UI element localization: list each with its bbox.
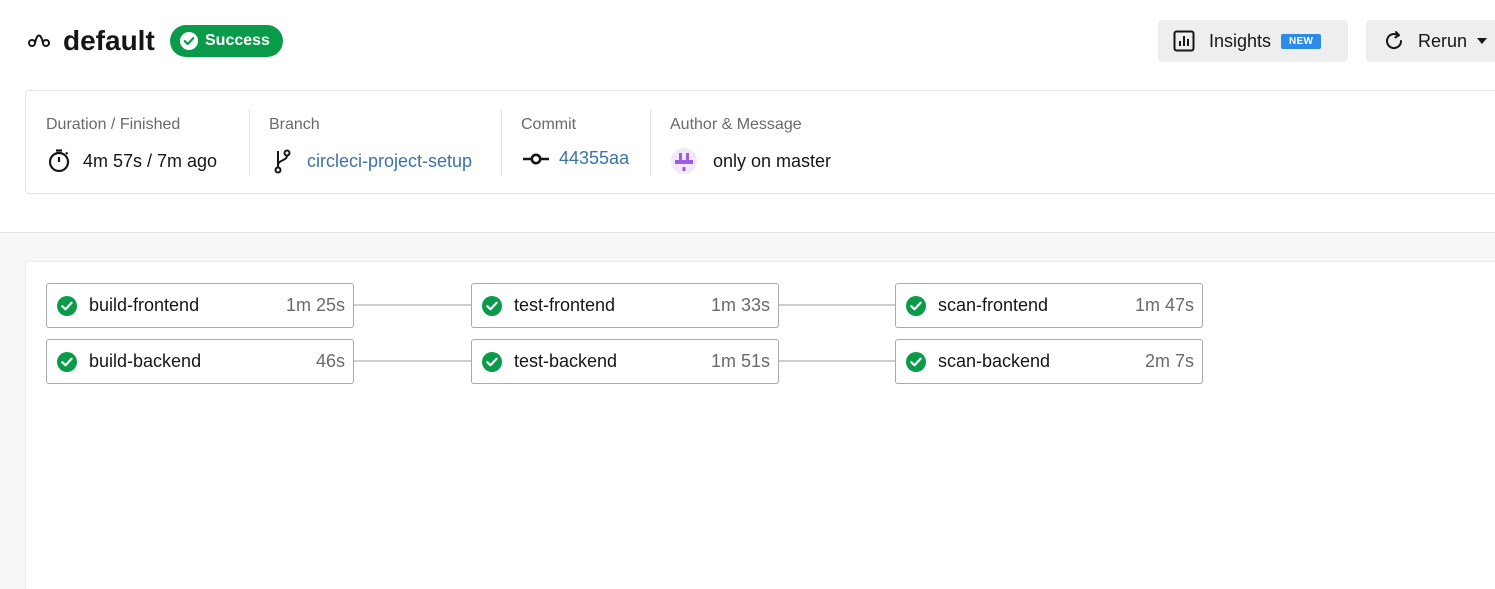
- status-label: Success: [205, 32, 270, 49]
- commit-label: Commit: [521, 116, 577, 133]
- job-test-frontend[interactable]: test-frontend 1m 33s: [471, 283, 779, 328]
- success-check-icon: [57, 295, 77, 316]
- git-commit-icon: [523, 153, 549, 164]
- commit-link[interactable]: 44355aa: [559, 148, 629, 169]
- job-duration: 46s: [315, 351, 345, 371]
- commit-message: only on master: [713, 150, 832, 171]
- branch-value-row: circleci-project-setup: [273, 148, 472, 174]
- status-badge: Success: [170, 25, 283, 57]
- job-duration: 1m 51s: [710, 351, 770, 371]
- insights-button[interactable]: Insights NEW: [1158, 20, 1348, 62]
- author-label: Author & Message: [670, 116, 802, 133]
- job-duration: 1m 33s: [710, 295, 770, 315]
- job-duration: 1m 25s: [285, 295, 345, 315]
- job-name: build-frontend: [89, 295, 200, 315]
- success-check-icon: [482, 295, 502, 316]
- workflow-header: default Success Insights NEW Rerun: [0, 0, 1495, 84]
- workflow-graph-canvas: build-frontend 1m 25s test-frontend 1m 3…: [25, 261, 1495, 589]
- insights-label: Insights: [1209, 30, 1272, 51]
- workflow-title: default: [63, 25, 155, 56]
- job-build-frontend[interactable]: build-frontend 1m 25s: [46, 283, 354, 328]
- check-circle-icon: [180, 32, 198, 50]
- rerun-label: Rerun: [1418, 30, 1468, 51]
- duration-value: 4m 57s / 7m ago: [83, 150, 218, 171]
- branch-label: Branch: [269, 116, 320, 133]
- job-scan-frontend[interactable]: scan-frontend 1m 47s: [895, 283, 1203, 328]
- author-value-row: only on master: [671, 148, 831, 174]
- workflow-page: default Success Insights NEW Rerun Durat…: [0, 0, 1495, 589]
- job-name: scan-backend: [938, 351, 1051, 371]
- job-duration: 1m 47s: [1134, 295, 1194, 315]
- job-name: test-backend: [514, 351, 618, 371]
- job-name: build-backend: [89, 351, 202, 371]
- success-check-icon: [482, 351, 502, 372]
- chevron-down-icon[interactable]: [1477, 38, 1488, 44]
- job-scan-backend[interactable]: scan-backend 2m 7s: [895, 339, 1203, 384]
- duration-value-row: 4m 57s / 7m ago: [47, 148, 217, 174]
- job-name: scan-frontend: [938, 295, 1049, 315]
- success-check-icon: [57, 351, 77, 372]
- job-test-backend[interactable]: test-backend 1m 51s: [471, 339, 779, 384]
- rerun-button[interactable]: Rerun: [1366, 20, 1495, 62]
- new-badge: NEW: [1281, 33, 1322, 49]
- workflow-info-panel: Duration / Finished 4m 57s / 7m ago Bran…: [25, 90, 1495, 194]
- git-branch-icon: [274, 149, 291, 174]
- job-build-backend[interactable]: build-backend 46s: [46, 339, 354, 384]
- job-name: test-frontend: [514, 295, 616, 315]
- success-check-icon: [906, 295, 926, 316]
- avatar: [671, 148, 697, 174]
- commit-value-row: 44355aa: [523, 148, 629, 169]
- bar-chart-icon: [1173, 30, 1195, 52]
- branch-link[interactable]: circleci-project-setup: [307, 151, 472, 172]
- success-check-icon: [906, 351, 926, 372]
- job-duration: 2m 7s: [1144, 351, 1194, 371]
- divider: [650, 110, 651, 176]
- divider: [249, 110, 250, 176]
- stopwatch-icon: [48, 149, 70, 173]
- duration-label: Duration / Finished: [46, 116, 181, 133]
- divider: [501, 110, 502, 176]
- workflow-icon: [28, 34, 50, 47]
- refresh-icon: [1386, 31, 1403, 50]
